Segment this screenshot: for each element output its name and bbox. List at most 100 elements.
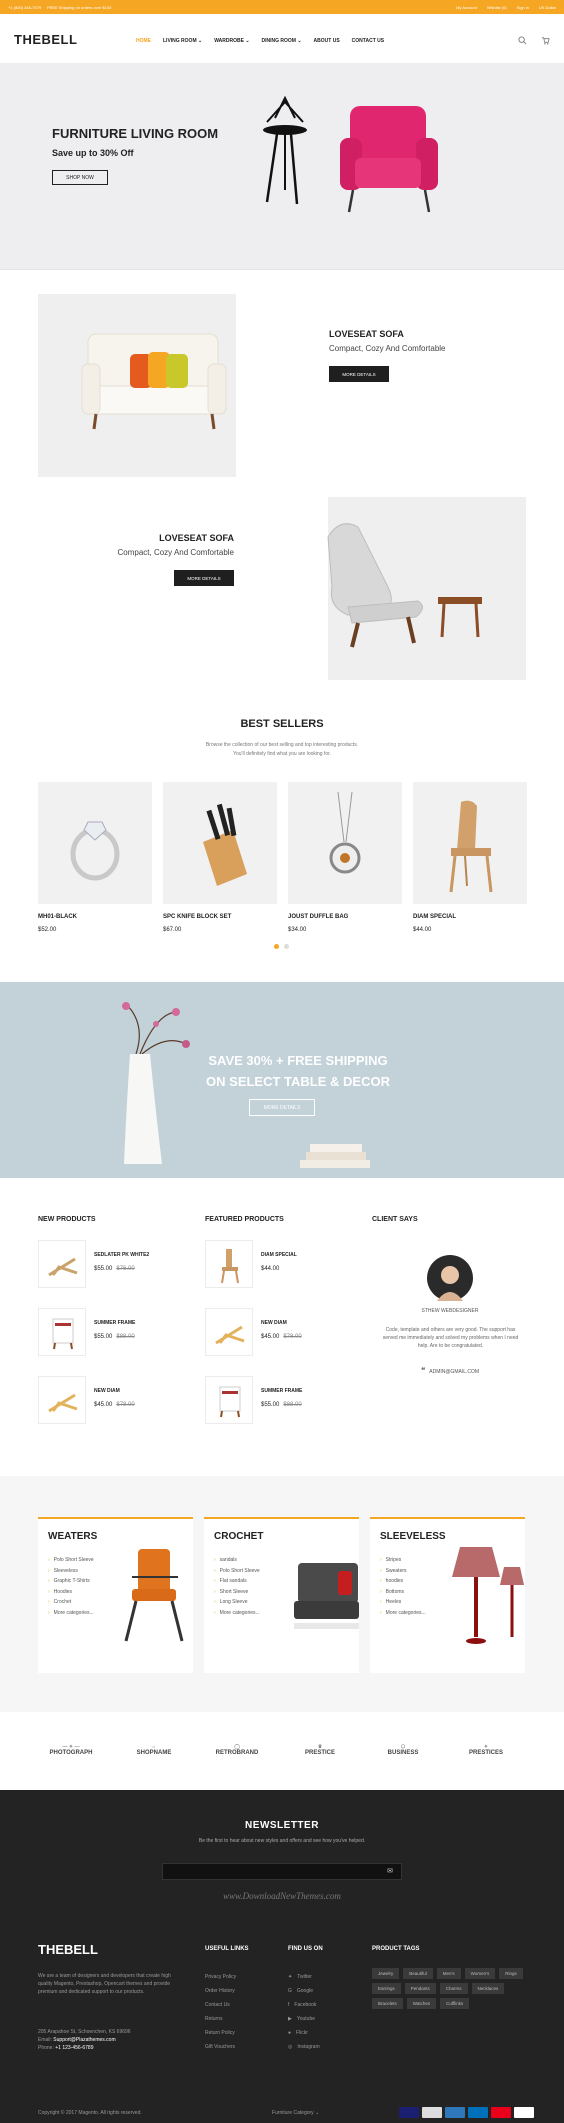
top-bar: +1 (800) 345-7579 FREE Shipping on order… — [0, 0, 564, 14]
tag[interactable]: Men's — [436, 1968, 461, 1979]
brand-logo[interactable]: ♛ PRESTICE — [287, 1730, 353, 1770]
ring-image — [70, 821, 120, 881]
tag[interactable]: Jewelry — [372, 1968, 400, 1979]
product-card-chair[interactable] — [413, 782, 527, 904]
list-item-name[interactable]: NEW DIAM — [261, 1320, 287, 1326]
category-link[interactable]: More categories... — [380, 1608, 426, 1619]
category-link[interactable]: hoodies — [380, 1576, 426, 1587]
list-item-name[interactable]: NEW DIAM — [94, 1388, 120, 1394]
tag[interactable]: Watches — [406, 1998, 437, 2009]
tag[interactable]: Charms — [439, 1983, 468, 1994]
promo-more-details-button[interactable]: MORE DETAILS — [249, 1099, 315, 1116]
tag[interactable]: Bracelets — [372, 1998, 403, 2009]
newsletter-email-input[interactable]: ✉ — [162, 1863, 402, 1880]
tag[interactable]: Beautiful — [403, 1968, 433, 1979]
nav-wardrobe[interactable]: WARDROBE ⌄ — [214, 38, 249, 44]
search-icon[interactable] — [518, 36, 527, 45]
category-link[interactable]: Polo Short Sleeve — [214, 1566, 260, 1577]
sign-in-link[interactable]: Sign in — [517, 5, 529, 10]
logo[interactable]: THEBELL — [14, 32, 77, 47]
product-name[interactable]: JOUST DUFFLE BAG — [288, 914, 348, 920]
footer-email[interactable]: Support@Plazathemes.com — [53, 2037, 115, 2043]
brand-logo[interactable]: ✦ PRESTICES — [453, 1730, 519, 1770]
tag[interactable]: Pendants — [404, 1983, 436, 1994]
list-item-name[interactable]: SUMMER FRAME — [94, 1320, 135, 1326]
list-item-name[interactable]: SEDLATER PK WHITE2 — [94, 1252, 149, 1258]
category-card[interactable]: SLEEVELESS Stripes Sweaters hoodies Bott… — [370, 1517, 525, 1673]
product-thumb[interactable] — [38, 1376, 86, 1424]
nav-contact-us[interactable]: CONTACT US — [352, 38, 384, 44]
feature1-more-details-button[interactable]: MORE DETAILS — [329, 366, 389, 382]
footer-link[interactable]: Contact Us — [205, 1998, 236, 2012]
category-link[interactable]: Long Sleeve — [214, 1597, 260, 1608]
product-name[interactable]: SPC KNIFE BLOCK SET — [163, 914, 231, 920]
carousel-dot[interactable] — [284, 944, 289, 949]
tag[interactable]: Women's — [464, 1968, 496, 1979]
product-thumb[interactable] — [205, 1376, 253, 1424]
product-card-pendant[interactable] — [288, 782, 402, 904]
category-link[interactable]: Graphic T-Shirts — [48, 1576, 94, 1587]
brand-logo[interactable]: ⌂ SHOPNAME — [121, 1730, 187, 1770]
tag[interactable]: Rings — [499, 1968, 523, 1979]
product-name[interactable]: MH01-BLACK — [38, 914, 77, 920]
social-link-youtube[interactable]: ▶ Youtube — [288, 2012, 320, 2026]
topbar-phone: +1 (800) 345-7579 — [8, 5, 42, 10]
category-link[interactable]: Polo Short Sleeve — [48, 1555, 94, 1566]
tag[interactable]: Earrings — [372, 1983, 401, 1994]
shop-now-button[interactable]: SHOP NOW — [52, 170, 108, 185]
product-thumb[interactable] — [205, 1308, 253, 1356]
nav-living-room[interactable]: LIVING ROOM ⌄ — [163, 38, 202, 44]
hero-banner: FURNITURE LIVING ROOM Save up to 30% Off… — [0, 64, 564, 269]
tag[interactable]: Cufflinks — [440, 1998, 470, 2009]
category-link[interactable]: Stripes — [380, 1555, 426, 1566]
social-link-twitter[interactable]: ✦ Twitter — [288, 1970, 320, 1984]
footer-link[interactable]: Order History — [205, 1984, 236, 1998]
my-account-link[interactable]: My Account — [456, 5, 477, 10]
product-card-knife-block[interactable] — [163, 782, 277, 904]
category-link[interactable]: Sleeveless — [48, 1566, 94, 1577]
cart-icon[interactable] — [541, 36, 550, 45]
nav-about-us[interactable]: ABOUT US — [314, 38, 340, 44]
footer-link[interactable]: Returns — [205, 2012, 236, 2026]
product-thumb[interactable] — [205, 1240, 253, 1288]
footer-link[interactable]: Gift Vouchers — [205, 2040, 236, 2054]
nav-home[interactable]: HOME — [136, 38, 151, 44]
product-thumb[interactable] — [38, 1308, 86, 1356]
category-card[interactable]: WEATERS Polo Short Sleeve Sleeveless Gra… — [38, 1517, 193, 1673]
product-name[interactable]: DIAM SPECIAL — [413, 914, 456, 920]
category-link[interactable]: More categories... — [48, 1608, 94, 1619]
category-link[interactable]: More categories... — [214, 1608, 260, 1619]
currency-select[interactable]: US Dollar — [539, 5, 556, 10]
social-link-google[interactable]: G Google — [288, 1984, 320, 1998]
brand-logo[interactable]: ⬡ BUSINESS — [370, 1730, 436, 1770]
category-link[interactable]: Short Sleeve — [214, 1587, 260, 1598]
footer-logo[interactable]: THEBELL — [38, 1942, 98, 1957]
category-link[interactable]: Bottoms — [380, 1587, 426, 1598]
social-link-flickr[interactable]: ● Flickr — [288, 2026, 320, 2040]
nav-dining-room[interactable]: DINING ROOM ⌄ — [262, 38, 302, 44]
category-link[interactable]: Crochet — [48, 1597, 94, 1608]
product-thumb[interactable] — [38, 1240, 86, 1288]
category-link[interactable]: Flat sandals — [214, 1576, 260, 1587]
brand-logo[interactable]: — ✦ — PHOTOGRAPH — [38, 1730, 104, 1770]
category-link[interactable]: sandals — [214, 1555, 260, 1566]
wishlist-link[interactable]: Wishlist (0) — [487, 5, 507, 10]
category-link[interactable]: Hoodies — [48, 1587, 94, 1598]
product-card-ring[interactable] — [38, 782, 152, 904]
send-icon[interactable]: ✉ — [387, 1867, 393, 1875]
furniture-category-select[interactable]: Furniture Category ⌄ — [272, 2110, 319, 2116]
category-link[interactable]: Sweaters — [380, 1566, 426, 1577]
list-item-name[interactable]: DIAM SPECIAL — [261, 1252, 297, 1258]
footer-address: 205 Arapahoe St, Schoenchen, KS 69696 — [38, 2029, 131, 2035]
social-link-instagram[interactable]: ◎ Instagram — [288, 2040, 320, 2054]
carousel-dot-active[interactable] — [274, 944, 279, 949]
category-card[interactable]: CROCHET sandals Polo Short Sleeve Flat s… — [204, 1517, 359, 1673]
social-link-facebook[interactable]: f Facebook — [288, 1998, 320, 2012]
tag[interactable]: Necklaces — [471, 1983, 505, 1994]
category-link[interactable]: Heeles — [380, 1597, 426, 1608]
list-item-name[interactable]: SUMMER FRAME — [261, 1388, 302, 1394]
brand-logo[interactable]: ◯ RETROBRAND — [204, 1730, 270, 1770]
footer-link[interactable]: Return Policy — [205, 2026, 236, 2040]
feature2-more-details-button[interactable]: MORE DETAILS — [174, 570, 234, 586]
footer-link[interactable]: Privacy Policy — [205, 1970, 236, 1984]
